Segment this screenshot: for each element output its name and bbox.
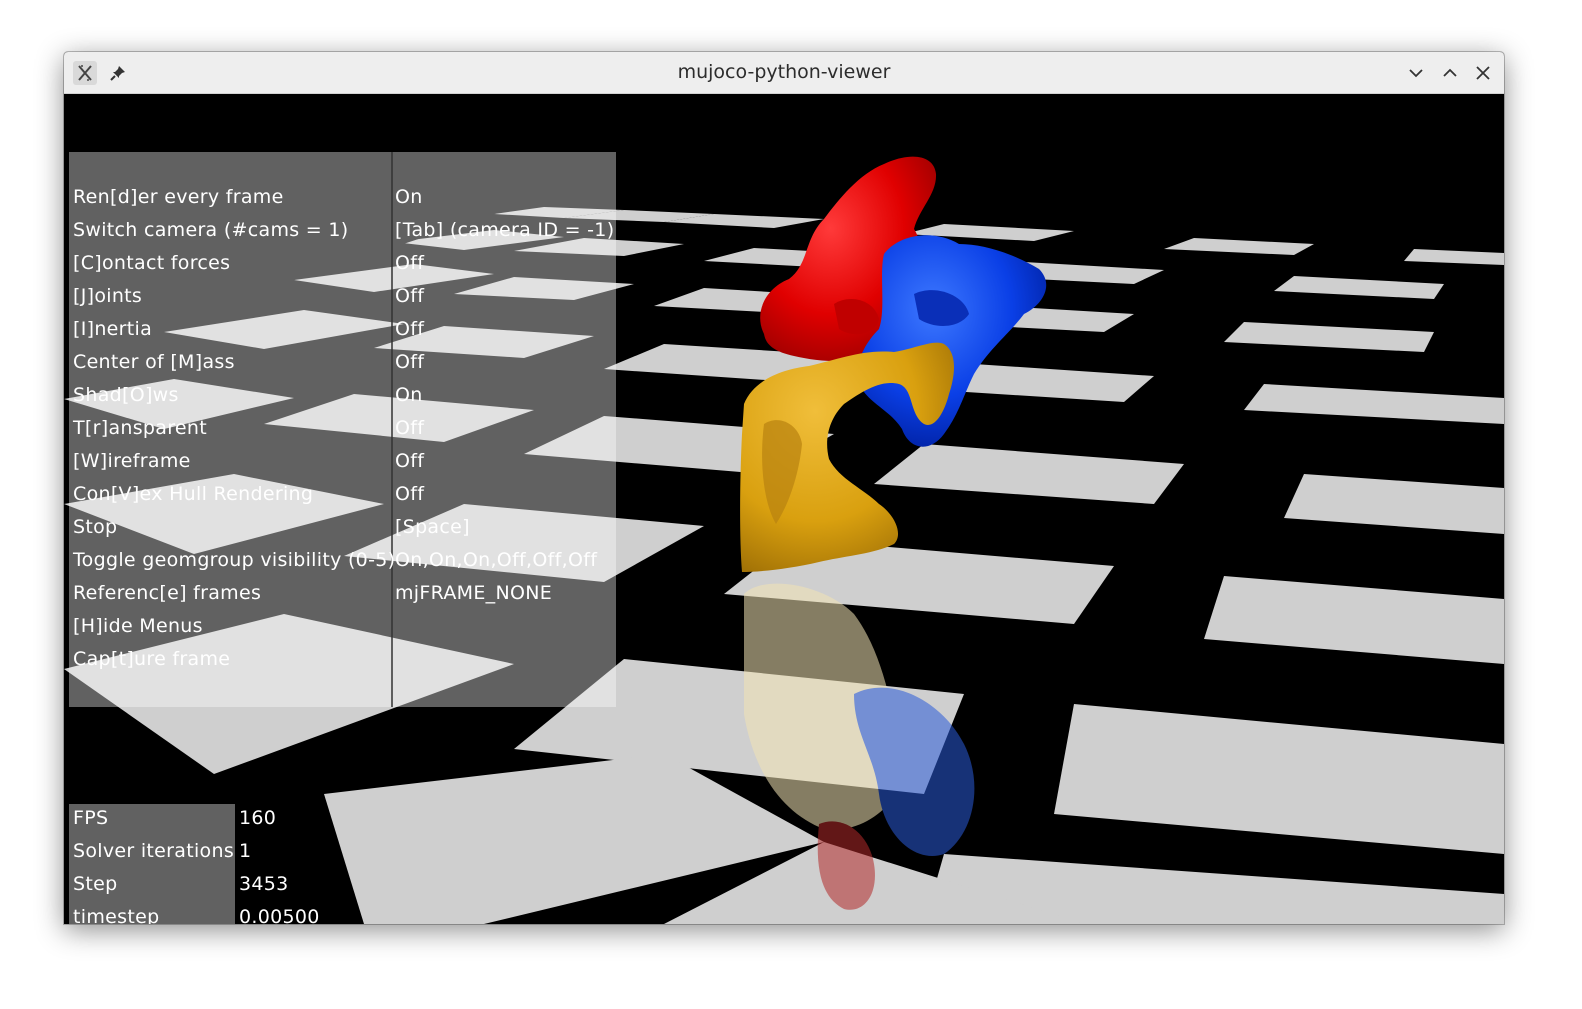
minimize-button[interactable] bbox=[1403, 60, 1429, 86]
menu-label: [I]nertia bbox=[73, 318, 153, 340]
menu-value: On,On,On,Off,Off,Off bbox=[395, 549, 598, 571]
menu-label: Center of [M]ass bbox=[73, 351, 235, 373]
solver-iterations-value: 1 bbox=[239, 840, 252, 862]
menu-label: [C]ontact forces bbox=[73, 252, 231, 274]
title-bar[interactable]: mujoco-python-viewer bbox=[64, 52, 1504, 94]
chevron-up-icon bbox=[1443, 68, 1457, 77]
window-title: mujoco-python-viewer bbox=[677, 61, 891, 83]
menu-label: Stop bbox=[73, 516, 118, 538]
menu-label: Con[V]ex Hull Rendering bbox=[73, 483, 314, 505]
menu-value: Off bbox=[395, 318, 425, 340]
info-label: FPS bbox=[73, 807, 109, 829]
menu-overlay: Ren[d]er every frame On Switch camera (#… bbox=[64, 181, 624, 681]
menu-value: Off bbox=[395, 483, 425, 505]
menu-value: [Tab] (camera ID = -1) bbox=[395, 219, 615, 241]
viewer-window: mujoco-python-viewer Ren[d]er every fram… bbox=[64, 52, 1504, 924]
info-label: Step bbox=[73, 873, 118, 895]
menu-label: [J]oints bbox=[73, 285, 143, 307]
fps-value: 160 bbox=[239, 807, 277, 829]
info-label: timestep bbox=[73, 906, 160, 924]
menu-label: Switch camera (#cams = 1) bbox=[73, 219, 349, 241]
menu-label: Ren[d]er every frame bbox=[73, 186, 284, 208]
step-value: 3453 bbox=[239, 873, 289, 895]
menu-value: [Space] bbox=[395, 516, 470, 538]
chevron-down-icon bbox=[1409, 69, 1423, 78]
menu-label: Shad[O]ws bbox=[73, 384, 179, 406]
menu-value: Off bbox=[395, 351, 425, 373]
menu-label: T[r]ansparent bbox=[73, 417, 208, 439]
menu-value: mjFRAME_NONE bbox=[395, 582, 553, 604]
close-icon bbox=[1476, 66, 1490, 80]
menu-label: [H]ide Menus bbox=[73, 615, 203, 637]
menu-label: Toggle geomgroup visibility (0-5) bbox=[73, 549, 396, 571]
info-label: Solver iterations bbox=[73, 840, 235, 862]
menu-value: Off bbox=[395, 417, 425, 439]
menu-value: On bbox=[395, 186, 423, 208]
menu-value: Off bbox=[395, 285, 425, 307]
maximize-button[interactable] bbox=[1437, 60, 1463, 86]
menu-value: On bbox=[395, 384, 423, 406]
render-viewport[interactable]: Ren[d]er every frame On Switch camera (#… bbox=[64, 94, 1504, 924]
menu-label: Cap[t]ure frame bbox=[73, 648, 231, 670]
close-button[interactable] bbox=[1470, 60, 1496, 86]
menu-value: Off bbox=[395, 252, 425, 274]
menu-label: [W]ireframe bbox=[73, 450, 191, 472]
info-overlay: FPS 160 Solver iterations 1 Step 3453 ti… bbox=[64, 802, 424, 924]
timestep-value: 0.00500 bbox=[239, 906, 320, 924]
menu-label: Referenc[e] frames bbox=[73, 582, 262, 604]
menu-value: Off bbox=[395, 450, 425, 472]
